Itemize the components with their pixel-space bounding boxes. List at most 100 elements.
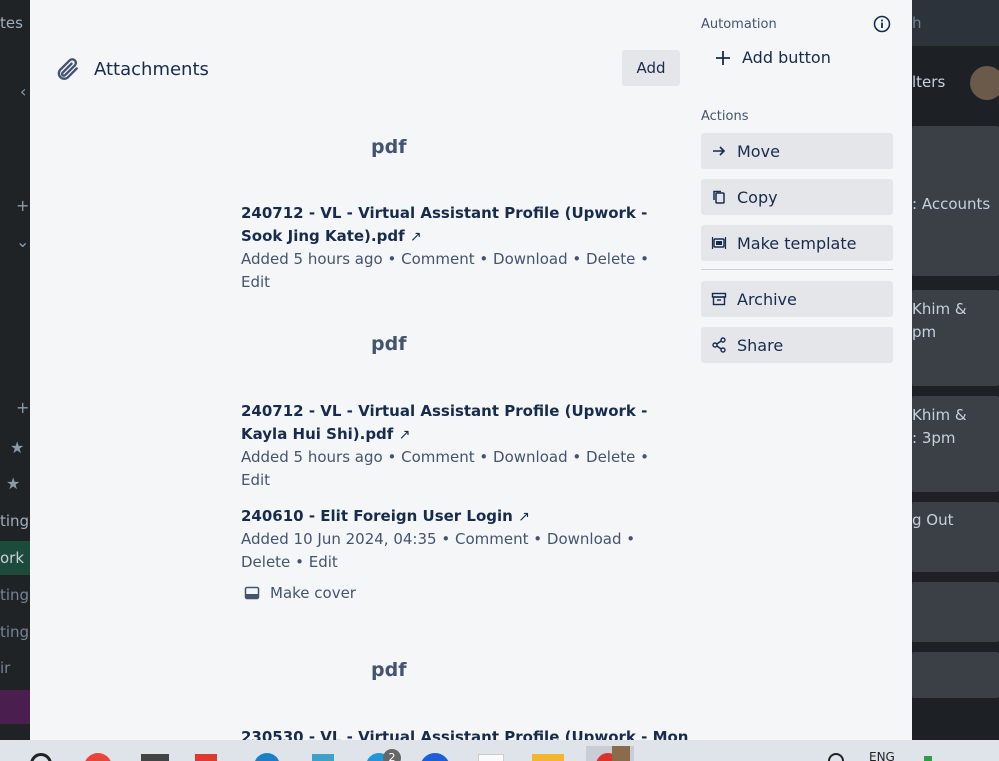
app-icon[interactable] [141,754,169,761]
bg-topbar [912,0,999,46]
attachment-name[interactable]: 240610 - Elit Foreign User Login ↗ [241,505,671,529]
card-detail-modal: Attachments Add pdf 240712 - VL - Virtua… [30,0,912,740]
app-icon[interactable] [478,754,504,761]
share-button[interactable]: Share [701,327,893,363]
edit-link[interactable]: Edit [241,471,270,489]
tray-icon[interactable] [924,756,932,761]
bg-fragment: ork [0,549,25,567]
bg-fragment: pm [912,323,937,341]
bg-fragment: : Accounts [912,195,991,213]
app-icon[interactable] [84,753,112,761]
attachment-thumbnail[interactable]: pdf [371,136,406,158]
edit-link[interactable]: Edit [309,553,338,571]
external-link-icon[interactable]: ↗ [399,427,411,443]
app-icon[interactable] [254,753,280,761]
plus-icon: + [16,398,30,417]
add-button-label[interactable]: Add button [742,48,831,67]
attachment-meta: Added 5 hours ago • Comment • Download •… [241,446,681,492]
edit-link[interactable]: Edit [241,273,270,291]
make-template-button[interactable]: Make template [701,225,893,261]
chevron-down-icon: ⌄ [16,232,30,251]
plus-icon [716,50,730,65]
share-label[interactable]: Share [737,336,783,355]
bg-fragment: Khim & [912,300,967,318]
attachment-name-text[interactable]: 230530 - VL - Virtual Assistant Profile … [241,728,689,740]
delete-link[interactable]: Delete [241,553,290,571]
separator: • [295,553,304,571]
download-link[interactable]: Download [493,448,568,466]
language-indicator[interactable]: ENG [869,750,895,761]
chevron-left-icon: ‹ [20,82,27,101]
make-cover-button[interactable]: Make cover [244,584,356,602]
make-cover-label[interactable]: Make cover [270,584,356,602]
star-icon: ★ [10,438,25,457]
copy-button[interactable]: Copy [701,179,893,215]
bg-purple-item [0,690,30,724]
actions-section-label: Actions [701,109,749,124]
bg-card [912,652,999,698]
avatar [612,746,630,761]
attachment-name[interactable]: 240712 - VL - Virtual Assistant Profile … [241,400,671,447]
attachment-added-time: Added 5 hours ago [241,250,383,268]
bg-card [912,582,999,642]
separator: • [387,250,397,268]
download-link[interactable]: Download [547,530,622,548]
automation-section-label: Automation [701,17,777,32]
bg-fragment: lters [912,73,946,91]
share-icon [712,337,726,353]
separator: • [479,448,489,466]
separator: • [387,448,397,466]
attachment-added-time: Added 5 hours ago [241,448,383,466]
separator: • [572,448,582,466]
archive-icon [711,292,727,306]
star-icon: ★ [6,474,21,493]
info-icon[interactable] [873,15,891,33]
archive-button[interactable]: Archive [701,281,893,317]
attachment-name-text[interactable]: 240712 - VL - Virtual Assistant Profile … [241,204,647,245]
arrow-right-icon [713,146,726,156]
separator: • [479,250,489,268]
separator: • [572,250,582,268]
external-link-icon[interactable]: ↗ [410,229,422,245]
download-link[interactable]: Download [493,250,568,268]
move-button[interactable]: Move [701,133,893,169]
copy-label[interactable]: Copy [737,188,778,207]
avatar [970,66,999,100]
app-icon[interactable] [312,754,334,761]
attachment-name-text[interactable]: 240712 - VL - Virtual Assistant Profile … [241,402,647,443]
bg-fragment: ting [0,586,30,604]
search-icon[interactable] [30,753,52,761]
attachment-name[interactable]: 240712 - VL - Virtual Assistant Profile … [241,202,671,249]
add-attachment-button[interactable]: Add [622,50,680,86]
board-left-sidebar: tes ‹ + ⌄ + ★ ★ ting ork ting ting ir [0,0,30,740]
add-automation-button[interactable]: Add button [714,48,831,67]
template-icon [711,237,727,249]
app-icon[interactable] [420,753,450,761]
external-link-icon[interactable]: ↗ [518,509,530,525]
archive-label[interactable]: Archive [737,290,797,309]
comment-link[interactable]: Comment [401,448,475,466]
delete-link[interactable]: Delete [586,448,635,466]
bg-fragment: h [912,14,922,32]
folder-icon[interactable] [532,754,564,761]
app-icon[interactable] [195,754,217,761]
comment-link[interactable]: Comment [455,530,529,548]
attachment-name[interactable]: 230530 - VL - Virtual Assistant Profile … [241,726,689,740]
bg-fragment: ting [0,623,30,641]
separator: • [533,530,543,548]
separator: • [640,448,649,466]
tray-icon[interactable] [828,753,844,761]
attachment-name-text[interactable]: 240610 - Elit Foreign User Login [241,507,513,525]
attachment-thumbnail[interactable]: pdf [371,659,406,681]
bg-fragment: : 3pm [912,429,956,447]
attachment-added-time: Added 10 Jun 2024, 04:35 [241,530,437,548]
attachment-thumbnail[interactable]: pdf [371,333,406,355]
attachments-header: Attachments [54,56,209,82]
move-label[interactable]: Move [737,142,780,161]
make-template-label[interactable]: Make template [737,234,856,253]
attachment-meta: Added 10 Jun 2024, 04:35 • Comment • Dow… [241,528,681,574]
os-taskbar: 2 ENG [0,740,999,761]
delete-link[interactable]: Delete [586,250,635,268]
notification-badge: 2 [383,749,401,761]
comment-link[interactable]: Comment [401,250,475,268]
